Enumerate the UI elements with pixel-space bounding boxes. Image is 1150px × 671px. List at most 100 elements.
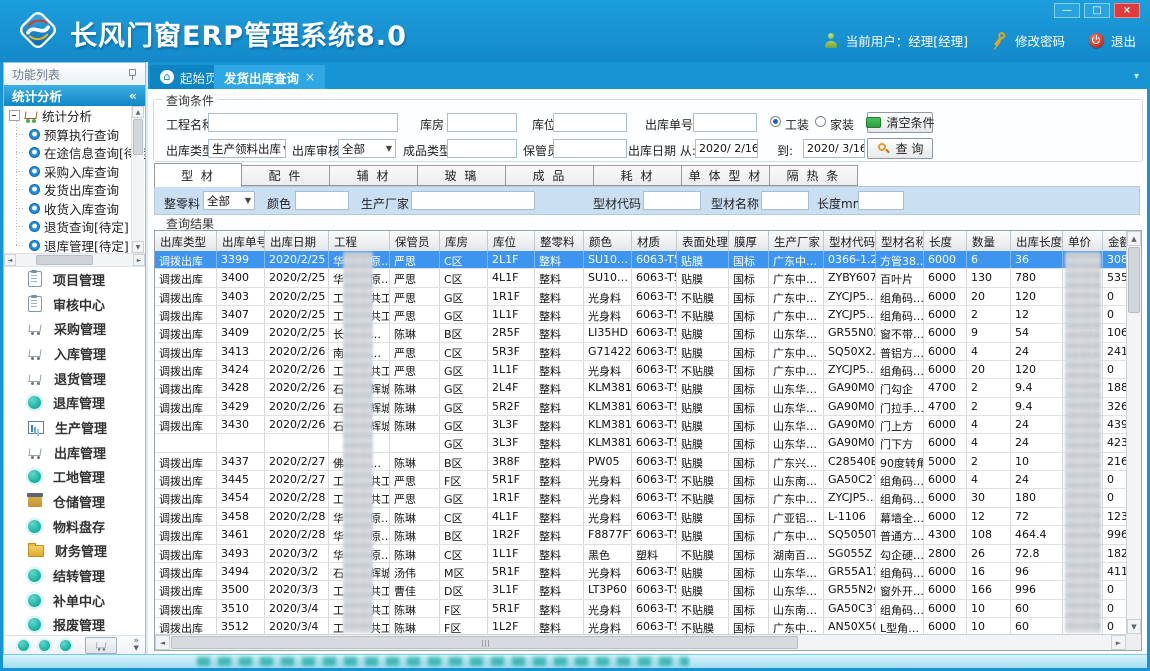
table-row[interactable]: 调拨出库35122020/3/4工共工程陈琳F区1L2F整料光身料6063-T5… [155, 618, 1126, 634]
profile-name-input[interactable] [761, 191, 809, 210]
sidebar-menu-item[interactable]: 生产管理 [4, 415, 145, 440]
column-header[interactable]: 膜厚 [729, 231, 769, 251]
keeper-input[interactable] [553, 139, 627, 158]
column-header[interactable]: 保管员 [390, 231, 440, 251]
date-to-select[interactable]: 2020/ 3/16▼ [803, 139, 865, 158]
column-header[interactable]: 材质 [632, 231, 677, 251]
grid-scrollbar-horizontal[interactable]: ◄ ► [155, 634, 1126, 650]
column-header[interactable]: 数量 [967, 231, 1011, 251]
quick-item-icon[interactable] [39, 640, 50, 651]
sidebar-menu-item[interactable]: 仓储管理 [4, 489, 145, 514]
scroll-left-icon[interactable]: ◄ [155, 635, 170, 650]
table-row[interactable]: 调拨出库34452020/2/27工共工程严思F区5R1F整料光身料6063-T… [155, 471, 1126, 489]
table-row[interactable]: 调拨出库33992020/2/25华原…严思C区2L1F整料SU10…6063-… [155, 251, 1126, 269]
column-header[interactable]: 型材代码 [824, 231, 876, 251]
location-input[interactable] [553, 113, 627, 132]
sidebar-menu-item[interactable]: 财务管理 [4, 539, 145, 564]
scroll-thumb[interactable] [133, 119, 143, 155]
material-tab[interactable]: 成 品 [506, 165, 594, 186]
sidebar-menu-item[interactable]: 退库管理 [4, 390, 145, 415]
change-password-link[interactable]: 修改密码 [1015, 31, 1065, 50]
radio-jiazhuang[interactable] [815, 116, 826, 127]
material-tab[interactable]: 隔 热 条 [770, 165, 858, 186]
sidebar-menu-item[interactable]: 审核中心 [4, 292, 145, 317]
pin-icon[interactable] [127, 68, 137, 80]
column-header[interactable]: 表面处理 [677, 231, 729, 251]
close-tab-icon[interactable]: × [305, 70, 315, 84]
tree-root[interactable]: 统计分析 [4, 106, 145, 125]
table-row[interactable]: 调拨出库34292020/2/26石辉城陈琳G区5R2F整料KLM3817606… [155, 398, 1126, 416]
date-from-select[interactable]: 2020/ 2/16▼ [695, 139, 758, 158]
outbound-type-select[interactable]: 生产领料出库▼ [208, 139, 286, 158]
part-type-select[interactable]: 全部▼ [203, 191, 255, 210]
tree-item[interactable]: 退货查询[待定] [4, 218, 145, 237]
radio-jiazhuang-label[interactable]: 家装 [830, 116, 854, 133]
scroll-right-icon[interactable]: ► [133, 254, 145, 266]
profile-code-input[interactable] [643, 191, 701, 210]
column-header[interactable]: 单价 [1063, 231, 1103, 251]
table-row[interactable]: 调拨出库34072020/2/25工共工程严思G区1L1F整料光身料6063-T… [155, 306, 1126, 324]
scroll-up-icon[interactable]: ▲ [1127, 231, 1141, 246]
scroll-up-icon[interactable]: ▲ [132, 106, 144, 118]
tree-item[interactable]: 在途信息查询[待定] [4, 144, 145, 163]
table-row[interactable]: 调拨出库35002020/3/3工共工程曹佳D区3L1F整料LT3P606063… [155, 581, 1126, 599]
tree-item[interactable]: 采购入库查询 [4, 162, 145, 181]
column-header[interactable]: 库位 [488, 231, 535, 251]
sidebar-menu-item[interactable]: 报废管理 [4, 613, 145, 637]
table-row[interactable]: 调拨出库34002020/2/25华原…严思C区4L1F整料SU10…6063-… [155, 269, 1126, 287]
table-row[interactable]: 调拨出库34132020/2/26南…严思C区5R3F整料G714226063-… [155, 343, 1126, 361]
table-row[interactable]: G区3L3F整料KLM38176063-T5贴膜国标山东华…GA90M09…门下… [155, 434, 1126, 452]
table-row[interactable]: 调拨出库34582020/2/28华原…陈琳C区4L1F整料光身料6063-T5… [155, 508, 1126, 526]
table-row[interactable]: 调拨出库34932020/3/2华原…陈琳C区1L1F整料黑色塑料不贴膜国标湖南… [155, 545, 1126, 563]
radio-gongzhuang[interactable] [770, 116, 781, 127]
quick-item-icon[interactable] [60, 640, 71, 651]
tree-item[interactable]: 收货入库查询 [4, 199, 145, 218]
column-header[interactable]: 颜色 [584, 231, 632, 251]
column-header[interactable]: 库房 [440, 231, 488, 251]
sidebar-section-header[interactable]: 统计分析 « [4, 85, 145, 106]
scroll-down-icon[interactable]: ▼ [1127, 619, 1141, 634]
logout-link[interactable]: 退出 [1111, 31, 1136, 50]
minimize-button[interactable]: — [1054, 3, 1080, 18]
more-buttons-control[interactable]: » ▼ [133, 638, 139, 652]
tab-list-dropdown-icon[interactable]: ▾ [1134, 71, 1139, 82]
table-row[interactable]: 调拨出库35102020/3/4工共工程陈琳F区5R1F整料光身料6063-T5… [155, 600, 1126, 618]
sidebar-menu-item[interactable]: 出库管理 [4, 440, 145, 465]
sidebar-menu-item[interactable]: 项目管理 [4, 267, 145, 292]
column-header[interactable]: 长度 [924, 231, 967, 251]
scroll-right-icon[interactable]: ► [1111, 635, 1126, 650]
tree-item[interactable]: 发货出库查询 [4, 181, 145, 200]
sidebar-menu-item[interactable]: 退货管理 [4, 366, 145, 391]
scroll-thumb[interactable] [36, 255, 93, 265]
clear-conditions-button[interactable]: 清空条件 [867, 112, 933, 133]
material-tab[interactable]: 配 件 [242, 165, 330, 186]
audit-select[interactable]: 全部▼ [338, 139, 396, 158]
sidebar-menu-item[interactable]: 采购管理 [4, 316, 145, 341]
column-header[interactable]: 出库类型 [155, 231, 217, 251]
manufacturer-input[interactable] [411, 191, 535, 210]
column-header[interactable]: 型材名称 [876, 231, 924, 251]
scroll-down-icon[interactable]: ▼ [132, 241, 144, 253]
material-tab[interactable]: 辅 材 [330, 165, 418, 186]
grid-scrollbar-vertical[interactable]: ▲ ▼ [1126, 231, 1141, 634]
column-header[interactable]: 金额 [1103, 231, 1126, 251]
table-row[interactable]: 调拨出库34372020/2/27佛…陈琳B区3R8F整料PW056063-T5… [155, 453, 1126, 471]
project-name-input[interactable] [208, 113, 398, 132]
tree-scrollbar-vertical[interactable]: ▲ ▼ [131, 106, 144, 253]
table-row[interactable]: 调拨出库34092020/2/25长…陈琳B区2R5F整料LI35HD6063-… [155, 324, 1126, 342]
table-row[interactable]: 调拨出库34282020/2/26石辉城陈琳G区2L4F整料KLM3817606… [155, 379, 1126, 397]
scroll-thumb[interactable] [1128, 247, 1140, 313]
order-no-input[interactable] [693, 113, 757, 132]
sidebar-menu-item[interactable]: 工地管理 [4, 465, 145, 490]
sidebar-menu-item[interactable]: 物料盘存 [4, 514, 145, 539]
tree-item[interactable]: 退库管理[待定] [4, 236, 145, 253]
product-type-input[interactable] [447, 139, 517, 158]
material-tab[interactable]: 耗 材 [594, 165, 682, 186]
length-input[interactable] [858, 191, 904, 210]
column-header[interactable]: 整零料 [535, 231, 584, 251]
color-input[interactable] [295, 191, 349, 210]
tab-shipping-outbound-query[interactable]: 发货出库查询 × [214, 65, 325, 89]
chevron-down-icon[interactable]: ▼ [134, 645, 139, 652]
maximize-button[interactable]: □ [1084, 3, 1110, 18]
collapse-icon[interactable]: « [129, 88, 137, 103]
